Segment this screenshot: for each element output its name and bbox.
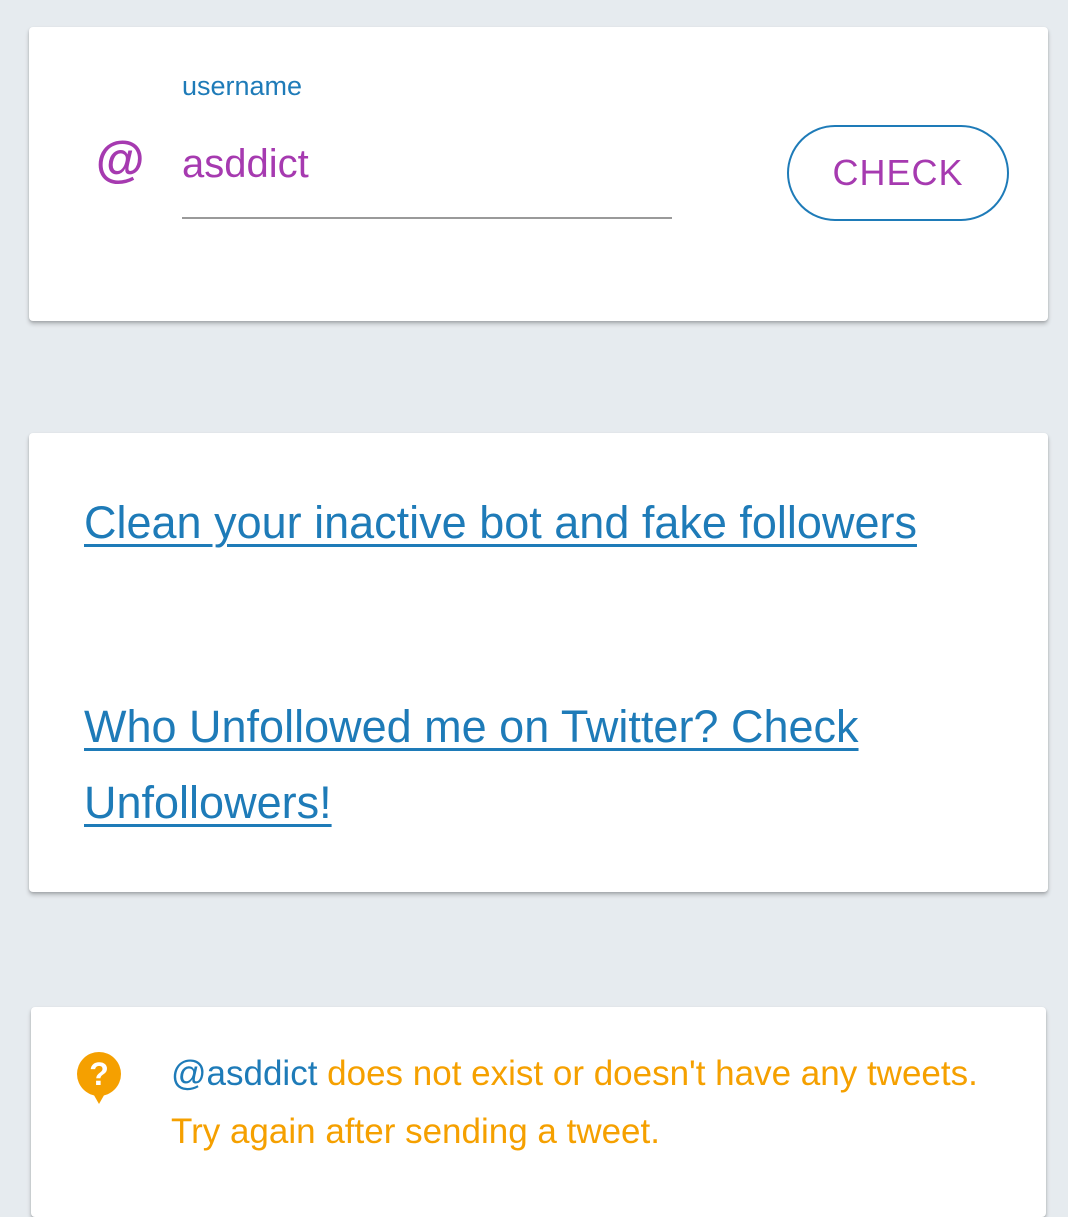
at-sign-icon: @ (95, 132, 144, 188)
promo-links-card: Clean your inactive bot and fake followe… (29, 433, 1048, 892)
check-button[interactable]: CHECK (787, 125, 1009, 221)
check-unfollowers-link[interactable]: Who Unfollowed me on Twitter? Check Unfo… (84, 689, 984, 841)
username-label: username (182, 71, 303, 101)
clean-followers-link[interactable]: Clean your inactive bot and fake followe… (84, 485, 984, 561)
result-username: @asddict (171, 1054, 318, 1093)
result-card: ? @asddict does not exist or doesn't hav… (31, 1007, 1046, 1217)
question-bubble-icon: ? (77, 1052, 121, 1104)
username-input[interactable] (182, 135, 672, 219)
username-check-card: @ username CHECK (29, 27, 1048, 321)
result-message: @asddict does not exist or doesn't have … (171, 1045, 991, 1161)
